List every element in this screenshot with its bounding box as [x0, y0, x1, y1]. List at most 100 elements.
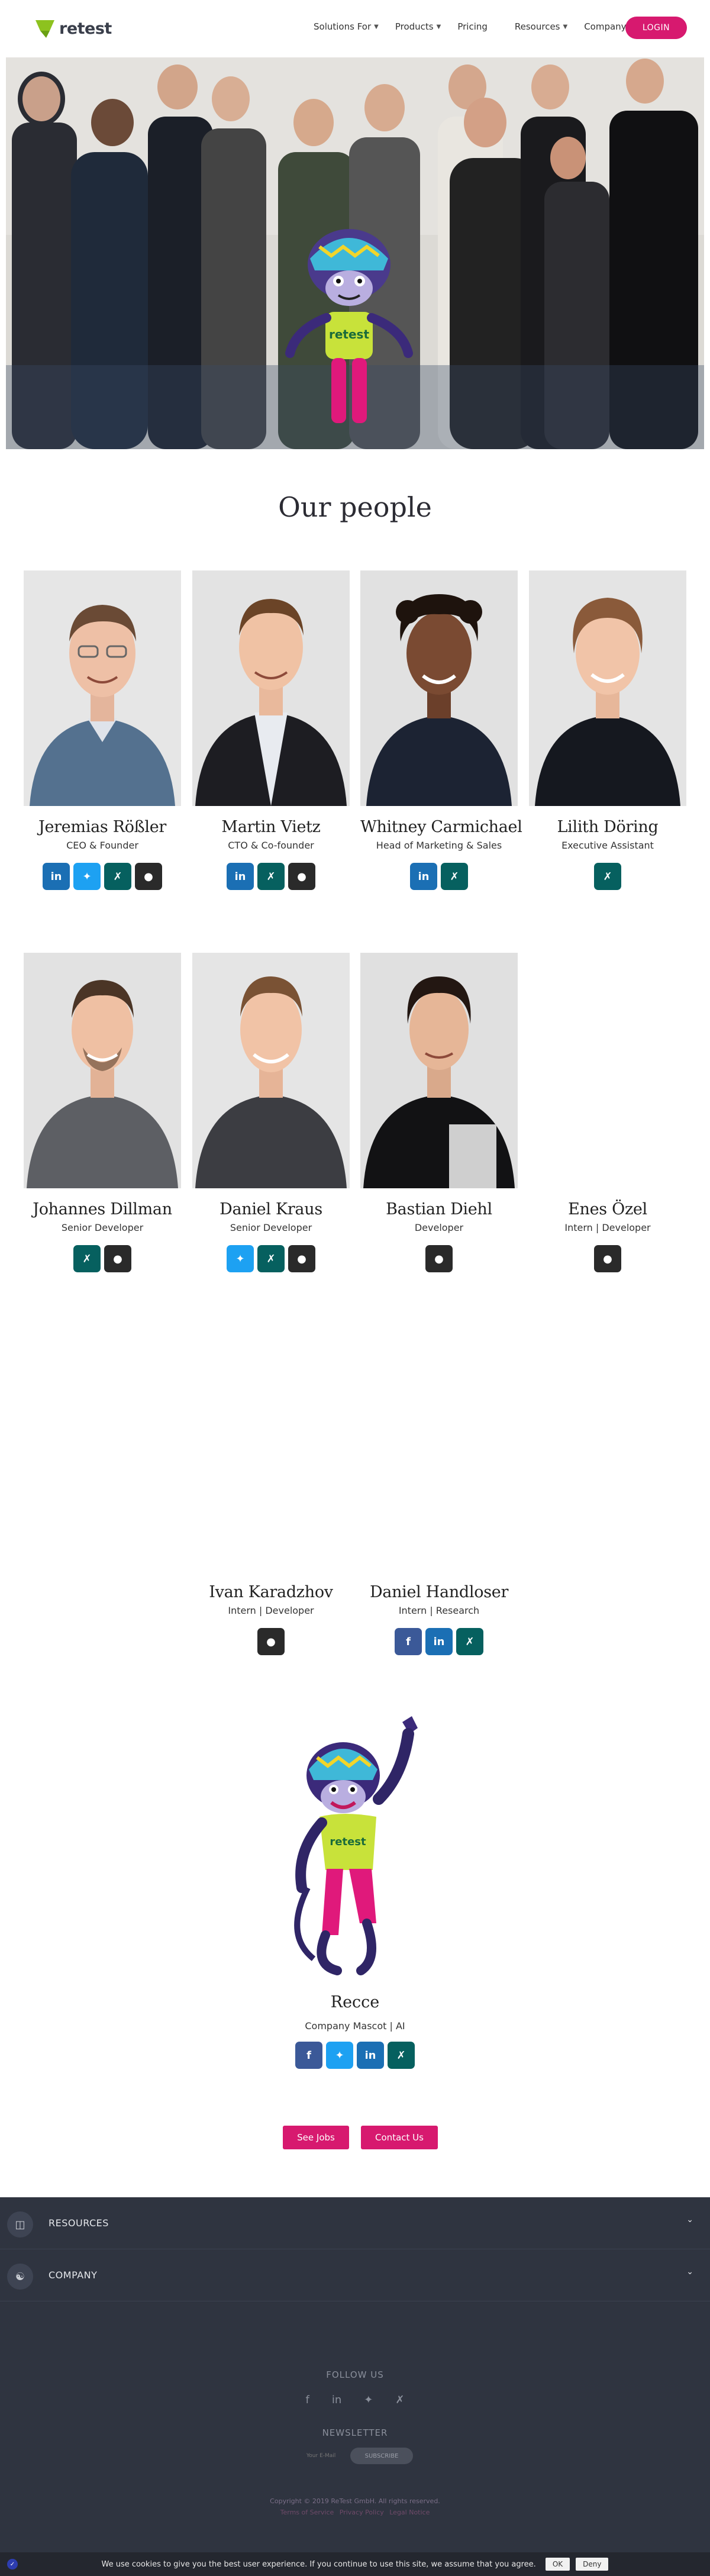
nav-resources[interactable]: Resources ▼	[515, 21, 567, 32]
person-photo	[192, 953, 350, 1188]
person-photo	[24, 953, 181, 1188]
nav-pricing[interactable]: Pricing	[457, 21, 488, 32]
person-name: Johannes Dillman	[33, 1200, 172, 1218]
social-links: ✗	[529, 863, 686, 890]
xing-icon[interactable]: ✗	[395, 2394, 404, 2406]
newsletter-heading: NEWSLETTER	[322, 2427, 388, 2438]
nav-label: Solutions For	[314, 21, 372, 32]
person-role: Senior Developer	[61, 1222, 144, 1233]
person-name: Lilith Döring	[557, 818, 659, 836]
person-card: Ivan Karadzhov Intern | Developer ●	[192, 1336, 350, 1655]
follow-us-heading: FOLLOW US	[326, 2369, 384, 2380]
linkedin-icon[interactable]: in	[410, 863, 437, 890]
twitter-icon[interactable]: ✦	[227, 1245, 254, 1272]
github-icon[interactable]: ●	[594, 1245, 621, 1272]
person-name: Jeremias Rößler	[38, 818, 167, 836]
person-name: Whitney Carmichael	[360, 818, 522, 836]
nav-products[interactable]: Products ▼	[395, 21, 441, 32]
person-role: Intern | Developer	[564, 1222, 651, 1233]
github-icon[interactable]: ●	[288, 1245, 315, 1272]
terms-of-service-link[interactable]: Terms of Service	[280, 2509, 334, 2516]
github-icon[interactable]: ●	[288, 863, 315, 890]
facebook-icon[interactable]: f	[306, 2394, 309, 2406]
github-icon[interactable]: ●	[425, 1245, 453, 1272]
cookie-settings-icon[interactable]: ✓	[7, 2559, 18, 2569]
logo-mark-icon	[36, 20, 54, 38]
xing-icon[interactable]: ✗	[104, 863, 131, 890]
xing-icon[interactable]: ✗	[456, 1628, 483, 1655]
chevron-down-icon: ▼	[374, 23, 379, 30]
person-role: CEO & Founder	[66, 840, 138, 851]
nav-label: Company	[584, 21, 627, 32]
nav-solutions-for[interactable]: Solutions For ▼	[314, 21, 379, 32]
person-card: Daniel Handloser Intern | Research f in …	[360, 1336, 518, 1655]
mascot-name: Recce	[330, 1993, 380, 2011]
person-card: Lilith Döring Executive Assistant ✗	[529, 570, 686, 890]
person-photo-empty	[360, 1336, 518, 1571]
privacy-policy-link[interactable]: Privacy Policy	[340, 2509, 384, 2516]
nav-label: Products	[395, 21, 434, 32]
twitter-icon[interactable]: ✦	[73, 863, 101, 890]
social-links: in ✗ ●	[192, 863, 350, 890]
person-photo	[24, 570, 181, 806]
logo-text: retest	[59, 19, 112, 38]
github-icon[interactable]: ●	[135, 863, 162, 890]
xing-icon[interactable]: ✗	[257, 863, 285, 890]
github-icon[interactable]: ●	[104, 1245, 131, 1272]
xing-icon[interactable]: ✗	[388, 2042, 415, 2069]
twitter-icon[interactable]: ✦	[364, 2394, 373, 2406]
social-links: ✗ ●	[24, 1245, 181, 1272]
person-photo	[360, 953, 518, 1188]
social-links: ●	[192, 1628, 350, 1655]
github-icon[interactable]: ●	[257, 1628, 285, 1655]
xing-icon[interactable]: ✗	[73, 1245, 101, 1272]
mascot-shirt-text: retest	[330, 1836, 366, 1848]
person-card: Enes Özel Intern | Developer ●	[529, 953, 686, 1272]
xing-icon[interactable]: ✗	[257, 1245, 285, 1272]
social-links: ●	[529, 1245, 686, 1272]
mascot-social-links: f ✦ in ✗	[0, 2042, 710, 2069]
nav-label: Pricing	[457, 21, 488, 32]
xing-icon[interactable]: ✗	[594, 863, 621, 890]
twitter-icon[interactable]: ✦	[326, 2042, 353, 2069]
person-card: Martin Vietz CTO & Co-founder in ✗ ●	[192, 570, 350, 890]
cookie-deny-button[interactable]: Deny	[576, 2558, 609, 2571]
retest-logo[interactable]: retest	[34, 17, 112, 40]
facebook-icon[interactable]: f	[295, 2042, 322, 2069]
contact-us-button[interactable]: Contact Us	[361, 2126, 438, 2149]
person-card: Bastian Diehl Developer ●	[360, 953, 518, 1272]
social-links: ●	[360, 1245, 518, 1272]
person-name: Martin Vietz	[221, 818, 321, 836]
xing-icon[interactable]: ✗	[441, 863, 468, 890]
linkedin-icon[interactable]: in	[357, 2042, 384, 2069]
footer-section-label: COMPANY	[49, 2269, 98, 2281]
mascot-shirt-text: retest	[329, 327, 369, 341]
mascot-role: Company Mascot | AI	[305, 2020, 405, 2032]
footer-company-accordion[interactable]: ☯ COMPANY ⌄	[0, 2249, 710, 2301]
legal-notice-link[interactable]: Legal Notice	[389, 2509, 430, 2516]
person-name: Daniel Handloser	[369, 1583, 509, 1601]
person-photo	[529, 570, 686, 806]
linkedin-icon[interactable]: in	[332, 2394, 341, 2406]
person-card: Johannes Dillman Senior Developer ✗ ●	[24, 953, 181, 1272]
facebook-icon[interactable]: f	[395, 1628, 422, 1655]
social-links: f in ✗	[360, 1628, 518, 1655]
linkedin-icon[interactable]: in	[425, 1628, 453, 1655]
footer-legal-links: Terms of Service Privacy Policy Legal No…	[0, 2509, 710, 2516]
footer-resources-accordion[interactable]: ◫ RESOURCES ⌄	[0, 2197, 710, 2249]
person-card: Whitney Carmichael Head of Marketing & S…	[360, 570, 522, 890]
login-button[interactable]: LOGIN	[625, 17, 687, 39]
person-card: Daniel Kraus Senior Developer ✦ ✗ ●	[192, 953, 350, 1272]
newsletter-email-input[interactable]	[303, 2448, 350, 2464]
see-jobs-button[interactable]: See Jobs	[283, 2126, 349, 2149]
person-role: Developer	[414, 1222, 464, 1233]
person-name: Daniel Kraus	[220, 1200, 322, 1218]
people-icon: ☯	[7, 2264, 33, 2290]
social-links: in ✗	[360, 863, 518, 890]
cookie-ok-button[interactable]: OK	[545, 2558, 570, 2571]
subscribe-button[interactable]: SUBSCRIBE	[350, 2448, 413, 2464]
person-name: Ivan Karadzhov	[209, 1583, 333, 1601]
linkedin-icon[interactable]: in	[43, 863, 70, 890]
linkedin-icon[interactable]: in	[227, 863, 254, 890]
shopping-bag-icon: ◫	[7, 2211, 33, 2238]
